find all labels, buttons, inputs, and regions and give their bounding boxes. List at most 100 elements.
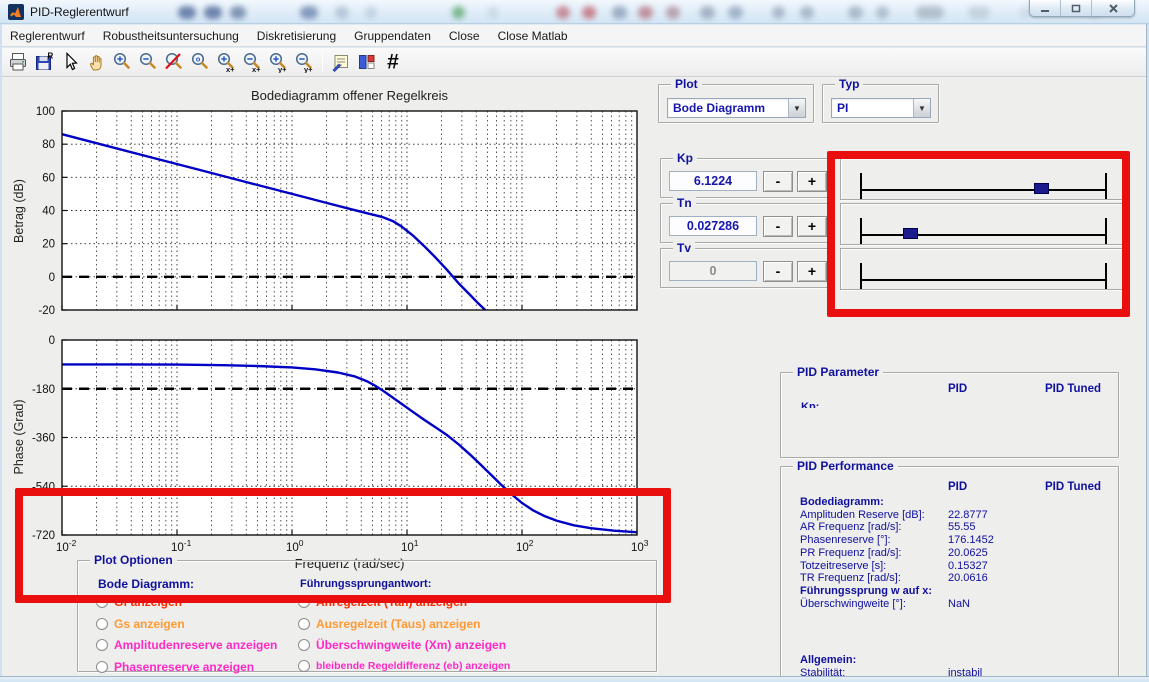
kp-value-field[interactable] [669, 171, 757, 191]
background-blur-blob [300, 6, 318, 19]
performance-row-value: 20.0616 [948, 572, 988, 584]
kp-decrement-button[interactable]: - [763, 171, 793, 192]
background-blur-blob [612, 6, 627, 19]
plot-title: Bodediagramm offener Regelkreis [62, 88, 637, 103]
kp-increment-button[interactable]: + [797, 171, 827, 192]
zoom-out-icon[interactable] [136, 50, 160, 74]
menu-item-robustheitsuntersuchung[interactable]: Robustheitsuntersuchung [94, 26, 248, 46]
background-blur-blob [666, 6, 680, 19]
controller-type-value: PI [832, 101, 913, 115]
plot-option-row: Phasenreserve anzeigen [96, 660, 254, 674]
plot-type-value: Bode Diagramm [668, 101, 788, 115]
annotation-rectangle [15, 488, 671, 603]
plot-option-row: Gs anzeigen [96, 617, 185, 631]
menu-item-close-matlab[interactable]: Close Matlab [489, 26, 577, 46]
svg-text:60: 60 [42, 172, 55, 184]
zoom-x-out-icon[interactable]: x+ [240, 50, 264, 74]
property-editor-icon[interactable] [355, 50, 379, 74]
magnitude-y-axis-label: Betrag (dB) [12, 151, 26, 271]
menu-item-reglerentwurf[interactable]: Reglerentwurf [1, 26, 94, 46]
typ-group-label: Typ [835, 77, 863, 91]
radio-button[interactable] [298, 660, 310, 672]
performance-row-value: 20.0625 [948, 547, 988, 559]
svg-text:o: o [196, 55, 201, 64]
performance-row-value: 22.8777 [948, 509, 988, 521]
tn-increment-button[interactable]: + [797, 216, 827, 237]
kp-label: Kp [673, 151, 697, 165]
background-blur-blob [916, 6, 944, 19]
cursor-icon[interactable] [58, 50, 82, 74]
background-blur-blob [488, 6, 498, 19]
radio-button[interactable] [96, 661, 108, 673]
chevron-down-icon[interactable]: ▼ [913, 99, 930, 117]
background-blur-blob [876, 6, 889, 19]
zoom-y-out-icon[interactable]: y+ [292, 50, 316, 74]
background-blur-blob [968, 6, 990, 19]
svg-text:80: 80 [42, 139, 55, 151]
plot-option-label: Ausregelzeit (Taus) anzeigen [316, 617, 480, 631]
performance-row-value: 55.55 [948, 521, 976, 533]
zoom-in-icon[interactable] [110, 50, 134, 74]
performance-row-label: Totzeitreserve [s]: [800, 560, 886, 572]
print-icon[interactable] [6, 50, 30, 74]
zoom-disabled-icon[interactable] [162, 50, 186, 74]
pid-parameter-panel: PID Parameter PID PID Tuned Kp: [780, 372, 1119, 458]
plot-option-label: Überschwingweite (Xm) anzeigen [316, 638, 506, 652]
chevron-down-icon[interactable]: ▼ [788, 99, 805, 117]
radio-button[interactable] [96, 618, 108, 630]
pid-performance-panel: PID Performance PID PID Tuned Bodediagra… [780, 466, 1119, 676]
svg-text:-180: -180 [32, 384, 55, 396]
background-blur-blob [700, 6, 715, 19]
background-blur-blob [178, 6, 196, 19]
pid-tuned-column-header: PID Tuned [1045, 383, 1101, 394]
zoom-x-in-icon[interactable]: x+ [214, 50, 238, 74]
application-window: PID-Reglerentwurf ReglerentwurfRobusthei… [0, 0, 1149, 682]
plot-groupbox: Plot Bode Diagramm ▼ [658, 84, 814, 123]
radio-button[interactable] [298, 618, 310, 630]
pid-parameter-kp-row-label: Kp: [801, 401, 819, 408]
minimize-button[interactable] [1030, 0, 1061, 16]
pan-icon[interactable] [84, 50, 108, 74]
svg-text:x+: x+ [252, 65, 261, 73]
grid-icon[interactable]: # [381, 50, 405, 74]
radio-button[interactable] [96, 639, 108, 651]
svg-text:0: 0 [49, 335, 55, 347]
background-blur-blob [204, 6, 222, 19]
menu-item-diskretisierung[interactable]: Diskretisierung [248, 26, 345, 46]
tv-groupbox: Tv - + [660, 248, 828, 288]
tn-decrement-button[interactable]: - [763, 216, 793, 237]
maximize-button[interactable] [1061, 0, 1092, 16]
plot-group-label: Plot [671, 77, 702, 91]
tn-label: Tn [673, 196, 696, 210]
tv-decrement-button[interactable]: - [763, 261, 793, 282]
plot-option-row: Überschwingweite (Xm) anzeigen [298, 638, 506, 652]
tv-increment-button[interactable]: + [797, 261, 827, 282]
tn-groupbox: Tn - + [660, 203, 828, 243]
plot-type-dropdown[interactable]: Bode Diagramm ▼ [667, 98, 806, 118]
svg-text:20: 20 [42, 239, 55, 251]
tv-label: Tv [673, 241, 695, 255]
annotation-rectangle [827, 151, 1130, 317]
performance-row-label: Phasenreserve [°]: [800, 534, 891, 546]
legend-icon[interactable] [329, 50, 353, 74]
plot-option-label: bleibende Regeldifferenz (eb) anzeigen [316, 660, 510, 672]
save-icon[interactable]: R [32, 50, 56, 74]
svg-text:40: 40 [42, 206, 55, 218]
performance-row-label: Führungssprung w auf x: [800, 585, 932, 597]
zoom-original-icon[interactable]: o [188, 50, 212, 74]
close-button[interactable] [1092, 0, 1134, 16]
tn-value-field[interactable] [669, 216, 757, 236]
controller-type-dropdown[interactable]: PI ▼ [831, 98, 931, 118]
phase-y-axis-label: Phase (Grad) [12, 377, 26, 497]
plot-option-row: Ausregelzeit (Taus) anzeigen [298, 617, 480, 631]
svg-text:y+: y+ [304, 65, 313, 73]
toolbar: Ro x+ x+ y+ y+ # [1, 48, 1148, 77]
zoom-y-in-icon[interactable]: y+ [266, 50, 290, 74]
pid-tuned-column-header: PID Tuned [1045, 481, 1101, 493]
background-blur-blob [365, 6, 377, 19]
menu-item-close[interactable]: Close [440, 26, 489, 46]
typ-groupbox: Typ PI ▼ [822, 84, 939, 123]
radio-button[interactable] [298, 639, 310, 651]
menu-item-gruppendaten[interactable]: Gruppendaten [345, 26, 440, 46]
background-blur-blob [556, 6, 570, 19]
